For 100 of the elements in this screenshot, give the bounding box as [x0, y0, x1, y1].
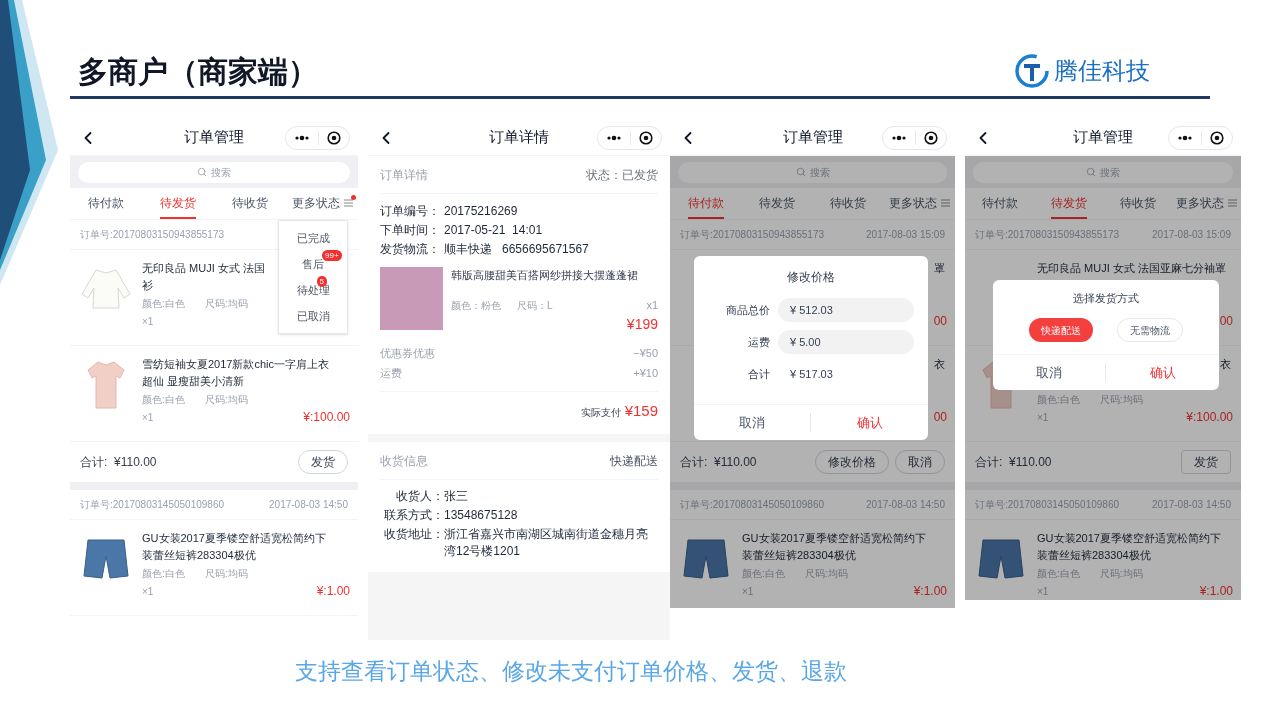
status-tab[interactable]: 更多状态	[883, 188, 955, 219]
status-tab[interactable]: 待发货	[741, 188, 813, 219]
paid-label: 实际支付	[580, 405, 621, 420]
count-badge: 99+	[322, 249, 342, 261]
search-icon	[795, 167, 806, 177]
field-value: 2017-05-21 14:01	[444, 222, 543, 239]
menu-label: 售后	[302, 257, 324, 270]
field-label: 收货地址：	[383, 526, 444, 543]
status-tab[interactable]: 更多状态	[286, 188, 358, 219]
menu-label: 已完成	[296, 231, 330, 244]
nav-title: 订单管理	[782, 127, 843, 148]
order-date: 2017-08-03 14:50	[866, 498, 945, 512]
field-label: 发货物流：	[380, 241, 441, 258]
product-title: GU女装2017夏季镂空舒适宽松简约下 装蕾丝短裤283304极优	[1037, 531, 1221, 563]
field-value: 20175216269	[444, 203, 518, 220]
field-label: 订单编号：	[380, 203, 441, 220]
menu-item[interactable]: 已取消	[279, 303, 347, 329]
field-label: 商品总价	[725, 302, 770, 318]
more-icon[interactable]	[1177, 134, 1193, 141]
product-title: 衣	[934, 357, 945, 372]
product-title: 无印良品 MUJI 女式 法国亚麻七分袖罩	[1037, 261, 1226, 276]
target-icon[interactable]	[1210, 130, 1224, 145]
photo-placeholder	[380, 267, 443, 330]
product-title: 韩版高腰甜美百搭网纱拼接大摆蓬蓬裙	[451, 268, 639, 283]
field-value: 顺丰快递 6656695671567	[444, 241, 589, 258]
menu-item[interactable]: 售后 99+	[279, 251, 347, 277]
nav-title: 订单详情	[489, 127, 549, 148]
field-label: 收货人：	[395, 488, 444, 505]
target-icon[interactable]	[327, 130, 341, 145]
field-value: 13548675128	[444, 507, 519, 524]
more-icon[interactable]	[606, 134, 622, 141]
more-icon[interactable]	[891, 134, 907, 141]
menu-item[interactable]: 待处理 5	[279, 277, 347, 303]
product-title: 雪纺短袖女夏2017新款chic一字肩上衣 超仙 显瘦甜美小清新	[142, 357, 330, 389]
confirm-button[interactable]: 确认	[1106, 362, 1219, 383]
menu-icon	[940, 198, 950, 207]
quantity: ×1	[142, 584, 154, 599]
color-spec: 颜色:白色	[142, 393, 185, 407]
price: 00	[933, 409, 947, 426]
size-spec: 尺码:均码	[204, 297, 248, 311]
target-icon[interactable]	[924, 130, 938, 145]
color-spec: 颜色：粉色	[451, 298, 501, 313]
menu-label: 已取消	[296, 309, 330, 322]
status-tab[interactable]: 待收货	[1103, 188, 1172, 219]
menu-icon	[1228, 198, 1237, 207]
status-tab[interactable]: 待付款	[965, 188, 1034, 219]
product-title: 罩	[934, 261, 945, 276]
field-value: 张三	[444, 488, 469, 505]
search-placeholder: 搜索	[211, 165, 231, 180]
logo-icon	[1014, 53, 1050, 89]
search-icon	[1086, 167, 1096, 177]
fee-value: −¥50	[633, 345, 658, 361]
price: ¥:1.00	[913, 583, 947, 600]
product-title: GU女装2017夏季镂空舒适宽松简约下 装蕾丝短裤283304极优	[142, 531, 326, 563]
shipping-option[interactable]: 快递配送	[1029, 318, 1093, 343]
order-date: 2017-08-03 14:50	[1152, 498, 1231, 512]
dialog-title: 修改价格	[786, 269, 836, 286]
order-total: 合计: ¥110.00	[80, 454, 157, 471]
product-title: GU女装2017夏季镂空舒适宽松简约下 装蕾丝短裤283304极优	[742, 531, 926, 563]
action-button[interactable]: 发货	[1181, 450, 1231, 474]
cancel-button[interactable]: 取消	[694, 412, 811, 433]
quantity: ×1	[742, 584, 754, 599]
fee-value: +¥10	[633, 365, 658, 381]
price-input-field[interactable]: ¥ 512.03	[778, 298, 914, 322]
size-spec: 尺码:均码	[804, 567, 848, 581]
fee-label: 优惠券优惠	[380, 345, 435, 361]
status-tab[interactable]: 待收货	[214, 188, 286, 219]
cancel-button[interactable]: 取消	[993, 362, 1106, 383]
paid-amount: ¥159	[624, 400, 658, 421]
order-number: 订单号:20170803145050109860	[80, 498, 224, 512]
field-label: 联系方式：	[383, 507, 444, 524]
field-label: 下单时间：	[380, 222, 441, 239]
search-placeholder: 搜索	[1100, 165, 1120, 180]
more-icon[interactable]	[294, 134, 310, 141]
nav-title: 订单管理	[1073, 127, 1133, 148]
color-spec: 颜色:白色	[142, 567, 185, 581]
dialog-title: 选择发货方式	[1072, 291, 1140, 306]
total-value: ¥ 517.03	[789, 366, 834, 382]
price: ¥:100.00	[1186, 409, 1233, 426]
price: 00	[933, 313, 947, 330]
menu-item[interactable]: 已完成	[279, 225, 347, 251]
order-total: 合计: ¥110.00	[680, 454, 757, 471]
quantity: ×1	[142, 314, 154, 329]
section-title: 收货信息	[380, 452, 428, 470]
status-tab[interactable]: 待付款	[70, 188, 142, 219]
price: 00	[1219, 313, 1233, 330]
size-spec: 尺码:均码	[204, 567, 248, 581]
target-icon[interactable]	[639, 130, 653, 145]
size-spec: 尺码：L	[517, 298, 553, 313]
slide-caption: 支持查看订单状态、修改未支付订单价格、发货、退款	[295, 658, 847, 684]
field-value: 浙江省嘉兴市南湖区城南街道金穗月亮湾12号楼1201	[444, 526, 649, 560]
confirm-button[interactable]: 确认	[811, 412, 928, 433]
field-label: 合计	[747, 366, 770, 382]
status-tab[interactable]: 待收货	[812, 188, 884, 219]
product-title: 衣	[1220, 357, 1231, 372]
price-input-field[interactable]: ¥ 5.00	[778, 330, 914, 354]
status-tab[interactable]: 更多状态	[1172, 188, 1241, 219]
search-placeholder: 搜索	[809, 165, 830, 180]
search-icon	[197, 167, 207, 177]
color-spec: 颜色:白色	[142, 297, 185, 311]
